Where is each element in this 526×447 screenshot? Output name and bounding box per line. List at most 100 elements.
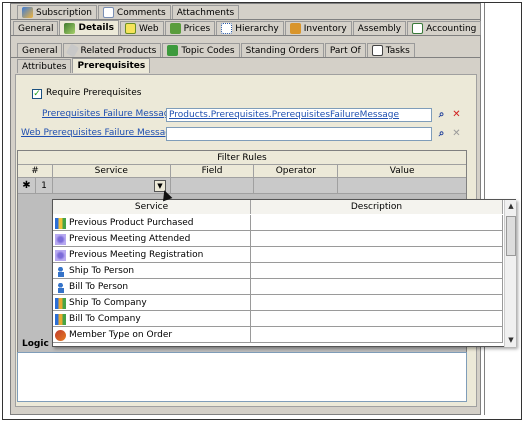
person-icon <box>55 281 66 293</box>
item-label: Member Type on Order <box>69 330 173 340</box>
tab-row-1: Subscription Comments Attachments <box>17 4 240 19</box>
tasks-icon <box>371 45 383 56</box>
tab-prerequisites[interactable]: Prerequisites <box>72 58 151 73</box>
grid-caption: Filter Rules <box>18 151 466 165</box>
tab-label: Accounting <box>426 23 477 34</box>
tab-label: General <box>18 23 54 34</box>
tab-part-of[interactable]: Part Of <box>324 43 366 57</box>
logic-string-field[interactable] <box>17 352 467 402</box>
list-item[interactable]: Bill To Company <box>53 311 503 327</box>
related-products-icon <box>66 43 80 58</box>
col-field[interactable]: Field <box>171 165 255 178</box>
tab-comments[interactable]: Comments <box>97 5 171 19</box>
popup-col-service[interactable]: Service <box>53 200 251 214</box>
web-failure-message-link[interactable]: Web Prerequisites Failure Message <box>21 128 176 138</box>
operator-cell[interactable] <box>254 178 339 194</box>
clear-icon: ✕ <box>452 128 461 139</box>
grid-header: # Service Field Operator Value <box>18 165 466 178</box>
tab-label: Details <box>78 23 114 33</box>
tab-label: Prerequisites <box>77 61 146 71</box>
item-label: Previous Product Purchased <box>69 218 194 228</box>
binoculars-icon[interactable]: ⌕ <box>435 108 448 121</box>
member-icon <box>55 329 66 341</box>
comments-icon <box>102 7 114 18</box>
item-description <box>251 215 503 231</box>
tab-label: Related Products <box>80 45 157 56</box>
new-row-marker: ✱ <box>18 178 36 194</box>
scroll-up-icon[interactable]: ▲ <box>505 200 517 212</box>
company-icon <box>55 297 66 309</box>
require-prerequisites-checkbox[interactable]: ✓ <box>32 89 42 99</box>
list-item[interactable]: Member Type on Order <box>53 327 503 343</box>
item-description <box>251 295 503 311</box>
meeting-icon <box>55 249 66 261</box>
list-item[interactable]: Previous Meeting Attended <box>53 231 503 247</box>
tab-general[interactable]: General <box>13 21 59 35</box>
item-label: Ship To Company <box>69 298 147 308</box>
list-item[interactable]: Previous Product Purchased <box>53 215 503 231</box>
service-cell[interactable]: ▼ <box>53 178 171 194</box>
popup-header: Service Description <box>53 200 503 214</box>
popup-scrollbar[interactable]: ▲ ▼ <box>504 200 516 347</box>
tab-attachments[interactable]: Attachments <box>171 5 240 19</box>
tab-label: Attachments <box>176 7 235 18</box>
tab-label: General <box>22 45 58 56</box>
tab-subscription[interactable]: Subscription <box>17 5 97 19</box>
tab-label: Topic Codes <box>181 45 235 56</box>
scroll-thumb[interactable] <box>506 216 516 256</box>
tab-hierarchy[interactable]: Hierarchy <box>216 21 284 35</box>
tab-row-2: General Details Web Prices Hierarchy Inv… <box>13 20 482 35</box>
tab-label: Subscription <box>36 7 92 18</box>
tab-attributes[interactable]: Attributes <box>17 59 72 73</box>
tab-details[interactable]: Details <box>59 20 119 35</box>
col-service[interactable]: Service <box>53 165 171 178</box>
field-cell[interactable] <box>171 178 255 194</box>
tab-label: Standing Orders <box>245 45 319 56</box>
tab-row-3: General Related Products Topic Codes Sta… <box>17 42 416 58</box>
list-item[interactable]: Previous Meeting Registration <box>53 247 503 263</box>
item-label: Previous Meeting Registration <box>69 250 204 260</box>
tab-label: Part Of <box>329 45 361 56</box>
list-item[interactable]: Bill To Person <box>53 279 503 295</box>
tab-prices[interactable]: Prices <box>164 21 216 35</box>
value-cell[interactable] <box>338 178 466 194</box>
tab-standing-orders[interactable]: Standing Orders <box>240 43 324 57</box>
tab-assembly[interactable]: Assembly <box>352 21 407 35</box>
web-failure-message-field[interactable] <box>166 127 432 141</box>
tab-web[interactable]: Web <box>119 21 164 35</box>
binoculars-icon[interactable]: ⌕ <box>435 127 448 140</box>
tab-label: Attributes <box>22 61 67 72</box>
tab-accounting[interactable]: Accounting <box>407 21 482 35</box>
item-label: Previous Meeting Attended <box>69 234 191 244</box>
table-row[interactable]: ✱ 1 ▼ <box>18 178 466 194</box>
tab-related-products[interactable]: Related Products <box>63 43 162 58</box>
item-description <box>251 279 503 295</box>
col-value[interactable]: Value <box>338 165 466 178</box>
tab-general-sub[interactable]: General <box>17 43 63 57</box>
failure-message-link[interactable]: Prerequisites Failure Message <box>42 109 175 119</box>
tab-label: Prices <box>183 23 211 34</box>
item-description <box>251 327 503 343</box>
scroll-down-icon[interactable]: ▼ <box>505 334 517 346</box>
inventory-icon <box>289 23 301 34</box>
tab-tasks[interactable]: Tasks <box>366 43 415 57</box>
list-item[interactable]: Ship To Person <box>53 263 503 279</box>
tab-label: Inventory <box>303 23 347 34</box>
item-description <box>251 247 503 263</box>
col-number[interactable]: # <box>18 165 53 178</box>
list-item[interactable]: Ship To Company <box>53 295 503 311</box>
popup-col-description[interactable]: Description <box>251 200 503 214</box>
item-description <box>251 263 503 279</box>
clear-icon[interactable]: ✕ <box>450 108 463 121</box>
tab-label: Assembly <box>357 23 402 34</box>
details-icon <box>64 22 76 34</box>
item-label: Bill To Person <box>69 282 129 292</box>
tab-topic-codes[interactable]: Topic Codes <box>162 43 240 57</box>
failure-message-field[interactable]: Products.Prerequisites.PrerequisitesFail… <box>166 108 432 122</box>
meeting-icon <box>55 233 66 245</box>
prices-icon <box>169 23 181 34</box>
tab-inventory[interactable]: Inventory <box>284 21 352 35</box>
row-number: 1 <box>36 178 53 194</box>
col-operator[interactable]: Operator <box>254 165 339 178</box>
item-description <box>251 231 503 247</box>
